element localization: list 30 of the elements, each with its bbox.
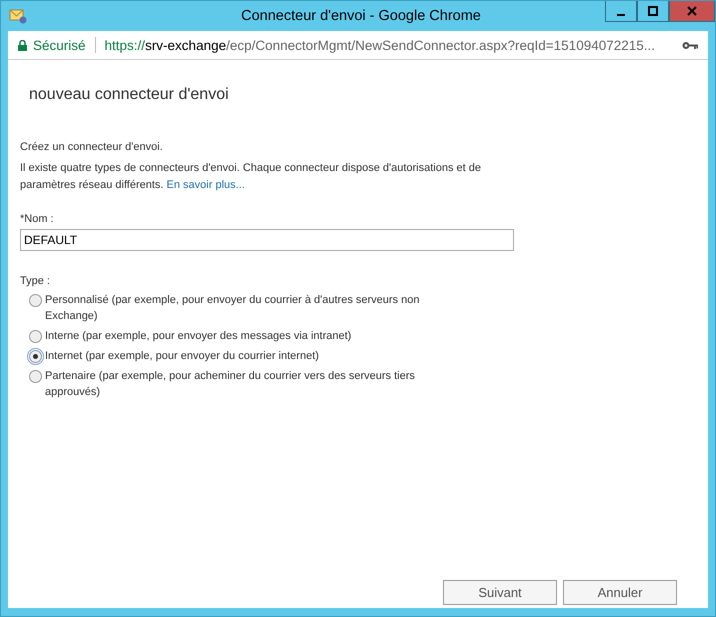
option-label[interactable]: Partenaire (par exemple, pour acheminer du courrier vers des serveurs tiers approuvés) bbox=[45, 368, 469, 400]
window-title: Connecteur d'envoi - Google Chrome bbox=[240, 8, 482, 24]
description-text: Il existe quatre types de connecteurs d'envoi. Chaque connecteur dispose d'autorisations et de paramètres réseau différents. En savoir plus... bbox=[20, 161, 482, 193]
type-label: Type : bbox=[20, 275, 51, 287]
radio-button[interactable] bbox=[29, 330, 42, 343]
maximize-icon bbox=[648, 6, 658, 16]
option-label[interactable]: Internet (par exemple, pour envoyer du courrier internet) bbox=[45, 348, 319, 364]
maximize-button[interactable] bbox=[637, 1, 669, 22]
name-label: *Nom : bbox=[20, 213, 55, 225]
security-label: Sécurisé bbox=[33, 38, 86, 52]
url-text: https://srv-exchange/ecp/ConnectorMgmt/NewSendConnector.aspx?reqId=151094072215... bbox=[104, 38, 656, 52]
lock-icon bbox=[18, 40, 27, 50]
intro-text: Créez un connecteur d'envoi. bbox=[20, 141, 164, 153]
mail-icon bbox=[9, 8, 27, 24]
radio-button[interactable] bbox=[29, 350, 42, 363]
minimize-icon bbox=[617, 14, 625, 16]
address-bar[interactable]: Sécurisé https://srv-exchange/ecp/ConnectorMgmt/NewSendConnector.aspx?reqId=151094072215... bbox=[8, 31, 708, 60]
learn-more-link[interactable]: En savoir plus... bbox=[166, 179, 245, 191]
page-heading: nouveau connecteur d'envoi bbox=[29, 86, 230, 104]
radio-button[interactable] bbox=[29, 294, 42, 307]
close-button[interactable] bbox=[669, 1, 715, 22]
next-button[interactable]: Suivant bbox=[443, 580, 557, 605]
name-field[interactable]: DEFAULT bbox=[20, 229, 514, 251]
key-icon[interactable] bbox=[682, 40, 698, 50]
close-icon bbox=[687, 6, 697, 16]
cancel-button[interactable]: Annuler bbox=[563, 580, 677, 605]
minimize-button[interactable] bbox=[605, 1, 637, 22]
radio-button[interactable] bbox=[29, 370, 42, 383]
option-label[interactable]: Personnalisé (par exemple, pour envoyer du courrier à d'autres serveurs non Exchange) bbox=[45, 292, 469, 324]
option-label[interactable]: Interne (par exemple, pour envoyer des messages via intranet) bbox=[45, 328, 352, 344]
